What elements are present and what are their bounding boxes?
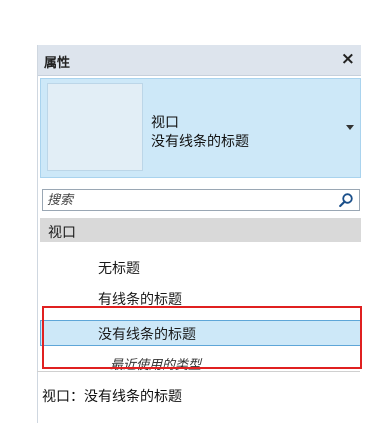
list-item-label: 没有线条的标题: [98, 327, 196, 343]
list-item-label: 无标题: [98, 261, 140, 277]
list-item-title-with-line[interactable]: 有线条的标题: [40, 285, 361, 311]
type-name-label: 没有线条的标题: [151, 134, 249, 150]
list-item-label: 有线条的标题: [98, 292, 182, 308]
list-item-title-without-line[interactable]: 没有线条的标题: [40, 320, 361, 346]
close-icon[interactable]: ×: [341, 49, 355, 69]
panel-titlebar: 属性 ×: [38, 45, 361, 76]
chevron-down-icon[interactable]: [346, 125, 354, 130]
type-family-label: 视口: [151, 115, 179, 131]
search-icon[interactable]: [338, 192, 354, 208]
search-input[interactable]: [47, 191, 317, 209]
group-header-viewport: 视口: [40, 218, 361, 242]
type-selector[interactable]: 视口 没有线条的标题: [40, 78, 361, 178]
type-preview-thumbnail: [47, 83, 143, 171]
group-header-label: 视口: [48, 225, 76, 241]
list-item-no-title[interactable]: 无标题: [40, 254, 361, 280]
divider: [37, 371, 360, 372]
panel-title: 属性: [44, 56, 71, 71]
search-box[interactable]: [42, 189, 360, 211]
selection-status-text: 视口：没有线条的标题: [42, 389, 182, 405]
